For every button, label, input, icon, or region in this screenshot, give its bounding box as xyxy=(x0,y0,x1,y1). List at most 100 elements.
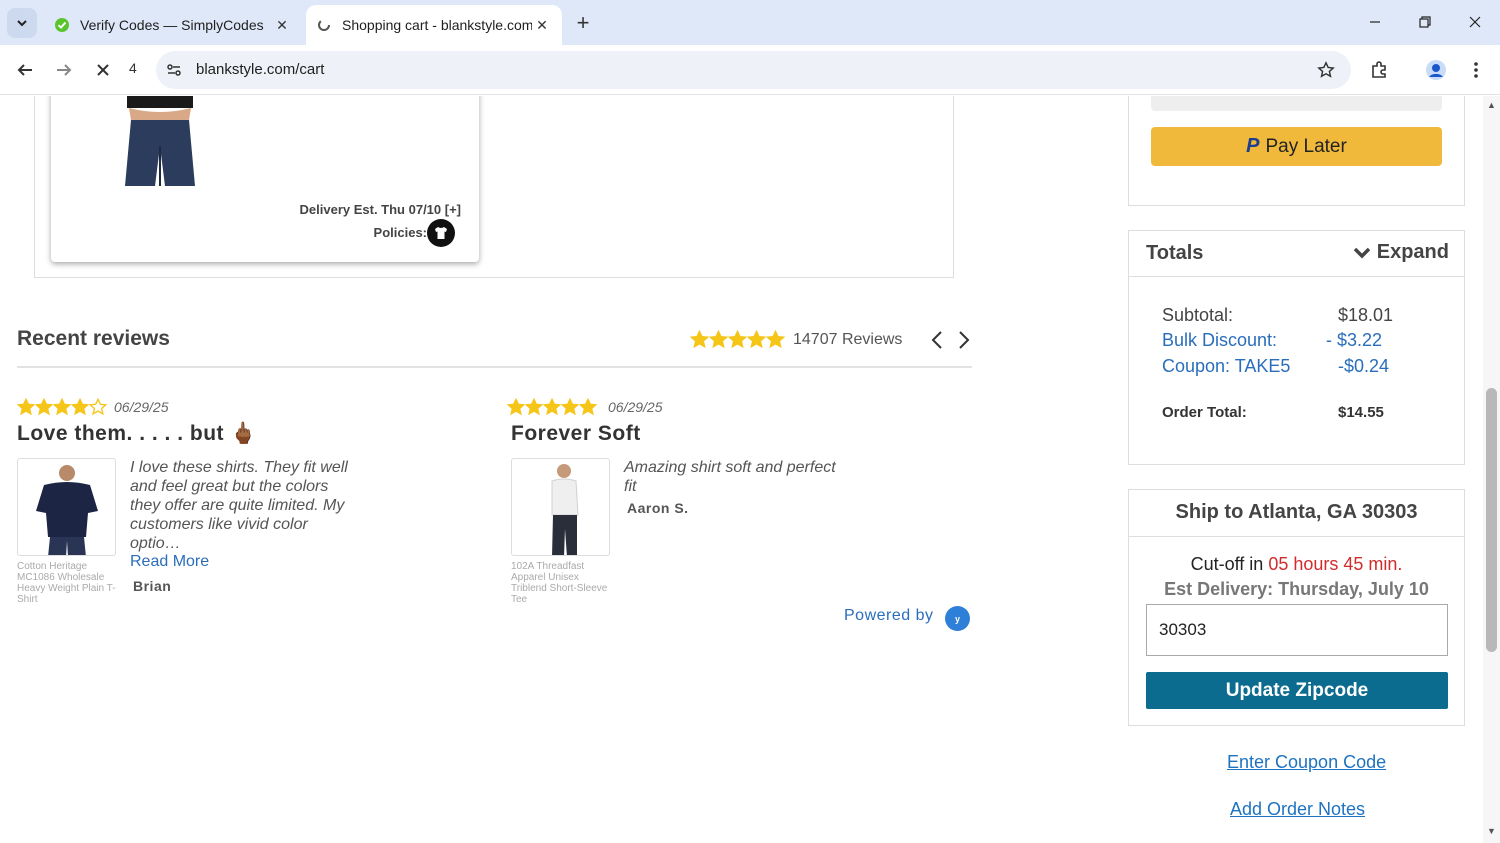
close-tab-icon[interactable]: ✕ xyxy=(272,15,292,35)
close-window-icon[interactable] xyxy=(1460,8,1490,36)
review-title: Forever Soft xyxy=(511,422,641,445)
order-total-label: Order Total: xyxy=(1162,404,1247,421)
reviews-next-arrow-icon[interactable] xyxy=(955,328,973,352)
review-star-rating xyxy=(17,398,107,416)
site-info-icon[interactable] xyxy=(164,60,184,80)
scroll-down-arrow-icon[interactable]: ▼ xyxy=(1487,826,1496,836)
review-author: Brian xyxy=(133,578,172,594)
review-card: 06/29/25 Love them. . . . . but 🖕🏾 Cotto… xyxy=(17,396,497,616)
stop-loading-icon[interactable] xyxy=(88,55,118,85)
star-filled-icon xyxy=(728,330,747,349)
bulk-discount-value: - $3.22 xyxy=(1326,330,1383,350)
address-bar[interactable]: blankstyle.com/cart xyxy=(156,51,1351,89)
star-filled-icon xyxy=(561,398,579,416)
star-filled-icon xyxy=(71,398,89,416)
reviews-summary[interactable]: 14707 Reviews xyxy=(690,330,902,349)
loading-favicon-icon xyxy=(316,17,332,33)
product-image[interactable] xyxy=(115,96,205,186)
cutoff-time: 05 hours 45 min. xyxy=(1268,554,1403,574)
star-filled-icon xyxy=(766,330,785,349)
tab-strip: Verify Codes — SimplyCodes ✕ Shopping ca… xyxy=(0,0,1500,45)
subtotal-value: $18.01 xyxy=(1338,305,1394,325)
tab-title: Shopping cart - blankstyle.com xyxy=(342,17,532,33)
profile-avatar-icon[interactable] xyxy=(1421,55,1451,85)
totals-header[interactable]: Totals Expand xyxy=(1129,231,1464,277)
page-content: Delivery Est. Thu 07/10 [+] Policies: Re… xyxy=(0,96,1483,843)
review-title: Love them. . . . . but 🖕🏾 xyxy=(17,422,257,445)
paypal-logo-icon: P xyxy=(1246,135,1260,157)
enter-coupon-link[interactable]: Enter Coupon Code xyxy=(1227,752,1386,773)
review-text: Amazing shirt soft and perfect fit xyxy=(624,459,836,495)
close-tab-icon[interactable]: ✕ xyxy=(532,15,552,35)
cutoff-prefix: Cut-off in xyxy=(1190,554,1264,574)
star-filled-icon xyxy=(709,330,728,349)
subtotal-label: Subtotal: xyxy=(1162,305,1234,325)
shipping-header: Ship to Atlanta, GA 30303 xyxy=(1129,490,1464,537)
browser-toolbar: 4 blankstyle.com/cart xyxy=(0,45,1500,95)
zipcode-input[interactable] xyxy=(1146,604,1448,656)
back-arrow-icon[interactable] xyxy=(10,55,40,85)
new-tab-button[interactable]: + xyxy=(570,10,596,36)
simplycodes-favicon-icon xyxy=(54,17,70,33)
coupon-label[interactable]: Coupon: TAKE5 xyxy=(1162,356,1290,377)
cart-item-card: Delivery Est. Thu 07/10 [+] Policies: xyxy=(51,96,479,262)
review-star-rating xyxy=(507,398,597,416)
bookmark-star-icon[interactable] xyxy=(1315,59,1337,81)
reviews-prev-arrow-icon[interactable] xyxy=(928,328,946,352)
url-text[interactable]: blankstyle.com/cart xyxy=(196,61,324,78)
review-product-caption[interactable]: 102A Threadfast Apparel Unisex Triblend … xyxy=(511,561,611,605)
chevron-down-icon xyxy=(1353,247,1371,259)
reviews-count: 14707 Reviews xyxy=(793,330,903,348)
page-scrollbar[interactable]: ▲ ▼ xyxy=(1483,96,1500,843)
powered-by-label: Powered by xyxy=(844,607,934,624)
yotpo-logo-icon[interactable]: y xyxy=(945,606,970,631)
totals-title: Totals xyxy=(1146,242,1204,264)
star-filled-icon xyxy=(507,398,525,416)
order-total-value: $14.55 xyxy=(1338,404,1384,421)
menu-kebab-icon[interactable] xyxy=(1461,55,1491,85)
review-author: Aaron S. xyxy=(627,500,689,516)
est-delivery-text: Est Delivery: Thursday, July 10 xyxy=(1164,579,1429,599)
review-date: 06/29/25 xyxy=(608,399,663,415)
read-more-link[interactable]: Read More xyxy=(130,553,209,571)
restore-icon[interactable] xyxy=(1410,8,1440,36)
star-filled-icon xyxy=(525,398,543,416)
pay-later-label: Pay Later xyxy=(1265,135,1347,157)
star-filled-icon xyxy=(747,330,766,349)
review-product-thumbnail[interactable] xyxy=(17,458,116,556)
cutoff-text: Cut-off in 05 hours 45 min. xyxy=(1129,554,1464,575)
ship-to-title: Ship to Atlanta, GA 30303 xyxy=(1175,501,1418,523)
update-zipcode-button[interactable]: Update Zipcode xyxy=(1146,672,1448,709)
star-filled-icon xyxy=(17,398,35,416)
star-filled-icon xyxy=(579,398,597,416)
star-filled-icon xyxy=(53,398,71,416)
extensions-icon[interactable] xyxy=(1364,55,1394,85)
star-filled-icon xyxy=(690,330,709,349)
totals-panel: Totals Expand Subtotal: $18.01 Bulk Disc… xyxy=(1128,230,1465,465)
forward-arrow-icon[interactable] xyxy=(49,55,79,85)
expand-toggle[interactable]: Expand xyxy=(1353,241,1449,264)
reviews-heading: Recent reviews xyxy=(17,327,170,350)
tab-verify-codes[interactable]: Verify Codes — SimplyCodes ✕ xyxy=(44,5,302,45)
shirt-policy-icon[interactable] xyxy=(427,219,455,247)
bulk-discount-label[interactable]: Bulk Discount: xyxy=(1162,330,1277,351)
minimize-icon[interactable] xyxy=(1360,8,1390,36)
expand-label: Expand xyxy=(1376,241,1449,263)
tab-shopping-cart[interactable]: Shopping cart - blankstyle.com ✕ xyxy=(306,5,562,45)
pay-later-button[interactable]: P Pay Later xyxy=(1151,127,1442,166)
add-order-notes-link[interactable]: Add Order Notes xyxy=(1230,799,1365,820)
loading-count: 4 xyxy=(129,60,137,76)
review-card: 06/29/25 Forever Soft 102A Threadfast Ap… xyxy=(507,396,991,616)
delivery-estimate[interactable]: Delivery Est. Thu 07/10 [+] xyxy=(300,202,461,217)
star-empty-icon xyxy=(89,398,107,416)
tab-search-button[interactable] xyxy=(7,8,37,38)
review-product-caption[interactable]: Cotton Heritage MC1086 Wholesale Heavy W… xyxy=(17,561,117,605)
scroll-up-arrow-icon[interactable]: ▲ xyxy=(1487,100,1496,110)
coupon-value: -$0.24 xyxy=(1338,356,1390,376)
paypal-button[interactable] xyxy=(1151,96,1442,111)
review-product-thumbnail[interactable] xyxy=(511,458,610,556)
scrollbar-thumb[interactable] xyxy=(1486,388,1497,652)
policies-label: Policies: xyxy=(373,225,427,240)
reviews-divider xyxy=(17,366,972,368)
tab-title: Verify Codes — SimplyCodes xyxy=(80,17,264,33)
